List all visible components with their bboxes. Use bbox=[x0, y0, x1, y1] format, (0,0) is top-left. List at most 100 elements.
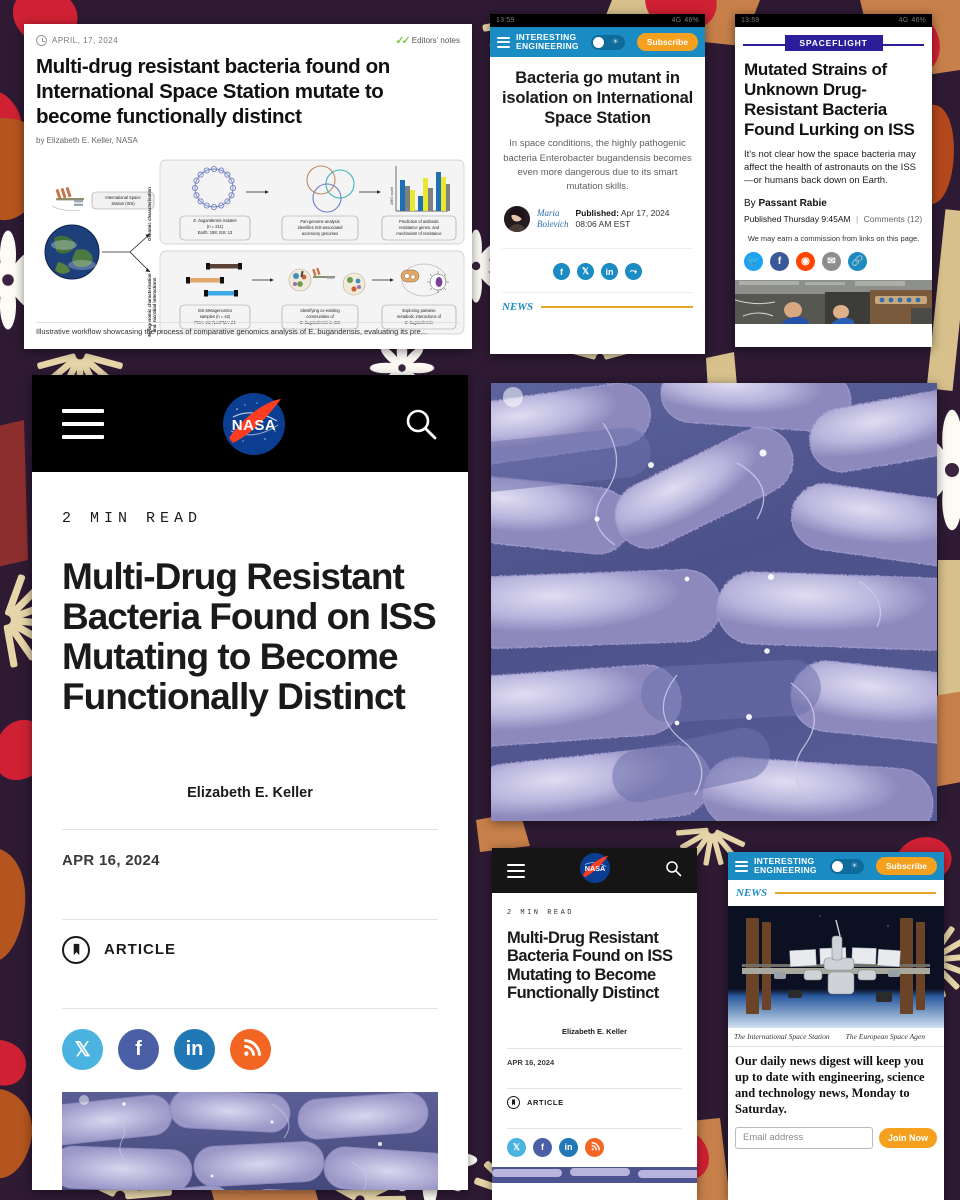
svg-text:E. bugandensis isolates: E. bugandensis isolates bbox=[193, 218, 236, 223]
nasa-meatball-logo[interactable]: NASA bbox=[580, 853, 610, 888]
ie-top-dek: In space conditions, the highly pathogen… bbox=[503, 138, 692, 193]
linkedin-icon[interactable]: in bbox=[601, 263, 618, 281]
search-icon[interactable] bbox=[665, 860, 682, 882]
double-check-icon: ✓✓ bbox=[395, 35, 411, 47]
ie-top-headline[interactable]: Bacteria go mutant in isolation on Inter… bbox=[502, 69, 693, 128]
email-input[interactable]: Email address bbox=[735, 1126, 873, 1149]
article-card-nasa-small[interactable]: NASA 2 MIN READ Multi-Drug Resistant Bac… bbox=[492, 848, 697, 1200]
gizmodo-published-row: Published Thursday 9:45AM | Comments (12… bbox=[744, 214, 923, 224]
photo-credit-left: The International Space Station bbox=[734, 1032, 830, 1041]
ie-news-label[interactable]: NEWS bbox=[736, 887, 767, 899]
dark-mode-toggle[interactable]: ☀ bbox=[829, 858, 864, 874]
subscribe-button[interactable]: Subscribe bbox=[636, 33, 698, 51]
read-time: 2 MIN READ bbox=[507, 909, 575, 917]
bacteria-micrograph-image bbox=[491, 383, 937, 821]
article-card-interesting-engineering-top[interactable]: 13:59 4G 46% INTERESTING ENGINEERING ☀ S… bbox=[490, 14, 705, 354]
svg-text:metabolic interactions of: metabolic interactions of bbox=[397, 314, 442, 319]
share-icon[interactable]: ⤳ bbox=[625, 263, 642, 281]
hamburger-menu-icon[interactable] bbox=[735, 860, 748, 872]
ie-author-name[interactable]: Maria Bolevich bbox=[537, 208, 568, 231]
physorg-figure: .lbl{font-family:"Liberation Sans",sans-… bbox=[24, 149, 472, 341]
category-badge[interactable]: SPACEFLIGHT bbox=[784, 35, 883, 51]
hamburger-menu-icon[interactable] bbox=[62, 408, 104, 439]
gizmodo-published: Published Thursday 9:45AM bbox=[744, 213, 851, 224]
x-icon[interactable]: 𝕏 bbox=[577, 263, 594, 281]
bacteria-photo bbox=[62, 1091, 438, 1190]
gizmodo-dek: It's not clear how the space bacteria ma… bbox=[744, 148, 916, 186]
nasa-author[interactable]: Elizabeth E. Keller bbox=[62, 785, 438, 801]
x-icon[interactable]: 𝕏 bbox=[507, 1137, 526, 1157]
physorg-figure-caption: Illustrative workflow showcasing the pro… bbox=[36, 322, 460, 336]
svg-text:Pan-genome analysis: Pan-genome analysis bbox=[300, 219, 339, 224]
svg-text:NASA: NASA bbox=[585, 864, 606, 873]
status-signal: 4G bbox=[671, 17, 682, 24]
twitter-icon[interactable]: 🐦 bbox=[744, 251, 763, 271]
ie-logo[interactable]: INTERESTING ENGINEERING bbox=[516, 33, 579, 50]
ie-news-section-header: NEWS bbox=[728, 880, 944, 906]
status-bar: 13:59 4G 46% bbox=[490, 14, 705, 27]
article-card-nasa-large[interactable]: NASA 2 MIN READ Multi-Drug Resistant Bac… bbox=[32, 375, 468, 1190]
gizmodo-comments[interactable]: Comments (12) bbox=[864, 214, 923, 224]
linkedin-icon[interactable]: in bbox=[174, 1028, 215, 1070]
bacteria-micrograph-card bbox=[491, 383, 937, 821]
email-icon[interactable]: ✉ bbox=[822, 251, 841, 271]
join-now-button[interactable]: Join Now bbox=[879, 1127, 937, 1148]
avatar bbox=[504, 206, 530, 233]
divider bbox=[541, 306, 693, 309]
gizmodo-author[interactable]: Passant Rabie bbox=[758, 198, 826, 209]
dark-mode-toggle[interactable]: ☀ bbox=[590, 34, 625, 50]
nasa-headline[interactable]: Multi-Drug Resistant Bacteria Found on I… bbox=[507, 929, 682, 1003]
nasa-headline[interactable]: Multi-Drug Resistant Bacteria Found on I… bbox=[62, 557, 438, 717]
nasa-share-row: 𝕏 f in bbox=[507, 1129, 682, 1167]
nasa-meatball-logo[interactable]: NASA bbox=[223, 392, 285, 455]
facebook-icon[interactable]: f bbox=[118, 1028, 159, 1070]
status-battery: 46% bbox=[684, 17, 699, 24]
ie-published: Published: Apr 17, 2024 08:06 AM EST bbox=[575, 208, 691, 230]
nasa-date: APR 16, 2024 bbox=[62, 851, 160, 869]
link-icon[interactable]: 🔗 bbox=[848, 251, 867, 271]
facebook-icon[interactable]: f bbox=[770, 251, 789, 271]
nasa-author[interactable]: Elizabeth E. Keller bbox=[507, 1027, 682, 1036]
photo-credit-right: The European Space Agen bbox=[845, 1032, 925, 1041]
article-card-physorg[interactable]: APRIL, 17, 2024 ✓✓ Editors' notes Multi-… bbox=[24, 24, 472, 349]
svg-text:(n = 211): (n = 211) bbox=[207, 224, 224, 229]
facebook-icon[interactable]: f bbox=[533, 1137, 552, 1157]
newsletter-pitch: Our daily news digest will keep you up t… bbox=[735, 1054, 925, 1116]
svg-text:Prediction of antibiotic: Prediction of antibiotic bbox=[399, 219, 439, 224]
ie-bottom-navbar: INTERESTING ENGINEERING ☀ Subscribe bbox=[728, 852, 944, 880]
search-icon[interactable] bbox=[404, 407, 438, 441]
physorg-editors-notes[interactable]: Editors' notes bbox=[412, 36, 460, 45]
svg-text:resistance genes, and: resistance genes, and bbox=[399, 225, 440, 230]
nasa-content-type: ARTICLE bbox=[104, 941, 176, 959]
physorg-meta-row: APRIL, 17, 2024 ✓✓ Editors' notes bbox=[36, 34, 460, 47]
nasa-content-type-row: ARTICLE bbox=[507, 1089, 682, 1116]
ie-author-row: Maria Bolevich Published: Apr 17, 2024 0… bbox=[502, 206, 693, 233]
reddit-icon[interactable]: ◉ bbox=[796, 251, 815, 271]
bookmark-icon[interactable] bbox=[507, 1095, 520, 1109]
svg-text:Identifying co-existing: Identifying co-existing bbox=[300, 308, 340, 313]
hamburger-menu-icon[interactable] bbox=[497, 36, 510, 48]
facebook-icon[interactable]: f bbox=[553, 263, 570, 281]
article-card-gizmodo[interactable]: 13:59 4G 46% SPACEFLIGHT Mutated Strains… bbox=[735, 14, 932, 347]
gizmodo-hero-photo bbox=[735, 279, 932, 324]
x-icon[interactable]: 𝕏 bbox=[62, 1028, 103, 1070]
svg-text:Genomic characterisation: Genomic characterisation bbox=[147, 187, 152, 241]
ie-logo[interactable]: INTERESTING ENGINEERING bbox=[754, 857, 817, 874]
rss-icon[interactable] bbox=[585, 1137, 604, 1157]
sun-icon: ☀ bbox=[850, 861, 859, 870]
ie-news-label[interactable]: NEWS bbox=[502, 301, 533, 313]
linkedin-icon[interactable]: in bbox=[559, 1137, 578, 1157]
sun-icon: ☀ bbox=[611, 37, 620, 46]
subscribe-button[interactable]: Subscribe bbox=[875, 857, 937, 875]
rss-icon[interactable] bbox=[230, 1028, 271, 1070]
newsletter-form: Email address Join Now bbox=[735, 1126, 937, 1149]
newsletter-card-interesting-engineering[interactable]: INTERESTING ENGINEERING ☀ Subscribe NEWS bbox=[728, 852, 944, 1200]
physorg-date: APRIL, 17, 2024 bbox=[52, 36, 119, 45]
svg-text:accessory genomes: accessory genomes bbox=[302, 231, 338, 236]
physorg-headline[interactable]: Multi-drug resistant bacteria found on I… bbox=[36, 54, 460, 129]
gizmodo-headline[interactable]: Mutated Strains of Unknown Drug-Resistan… bbox=[744, 60, 923, 140]
commission-disclaimer: We may earn a commission from links on t… bbox=[747, 233, 920, 243]
nasa-date: APR 16, 2024 bbox=[507, 1057, 555, 1067]
bookmark-icon[interactable] bbox=[62, 935, 90, 964]
hamburger-menu-icon[interactable] bbox=[507, 863, 525, 878]
